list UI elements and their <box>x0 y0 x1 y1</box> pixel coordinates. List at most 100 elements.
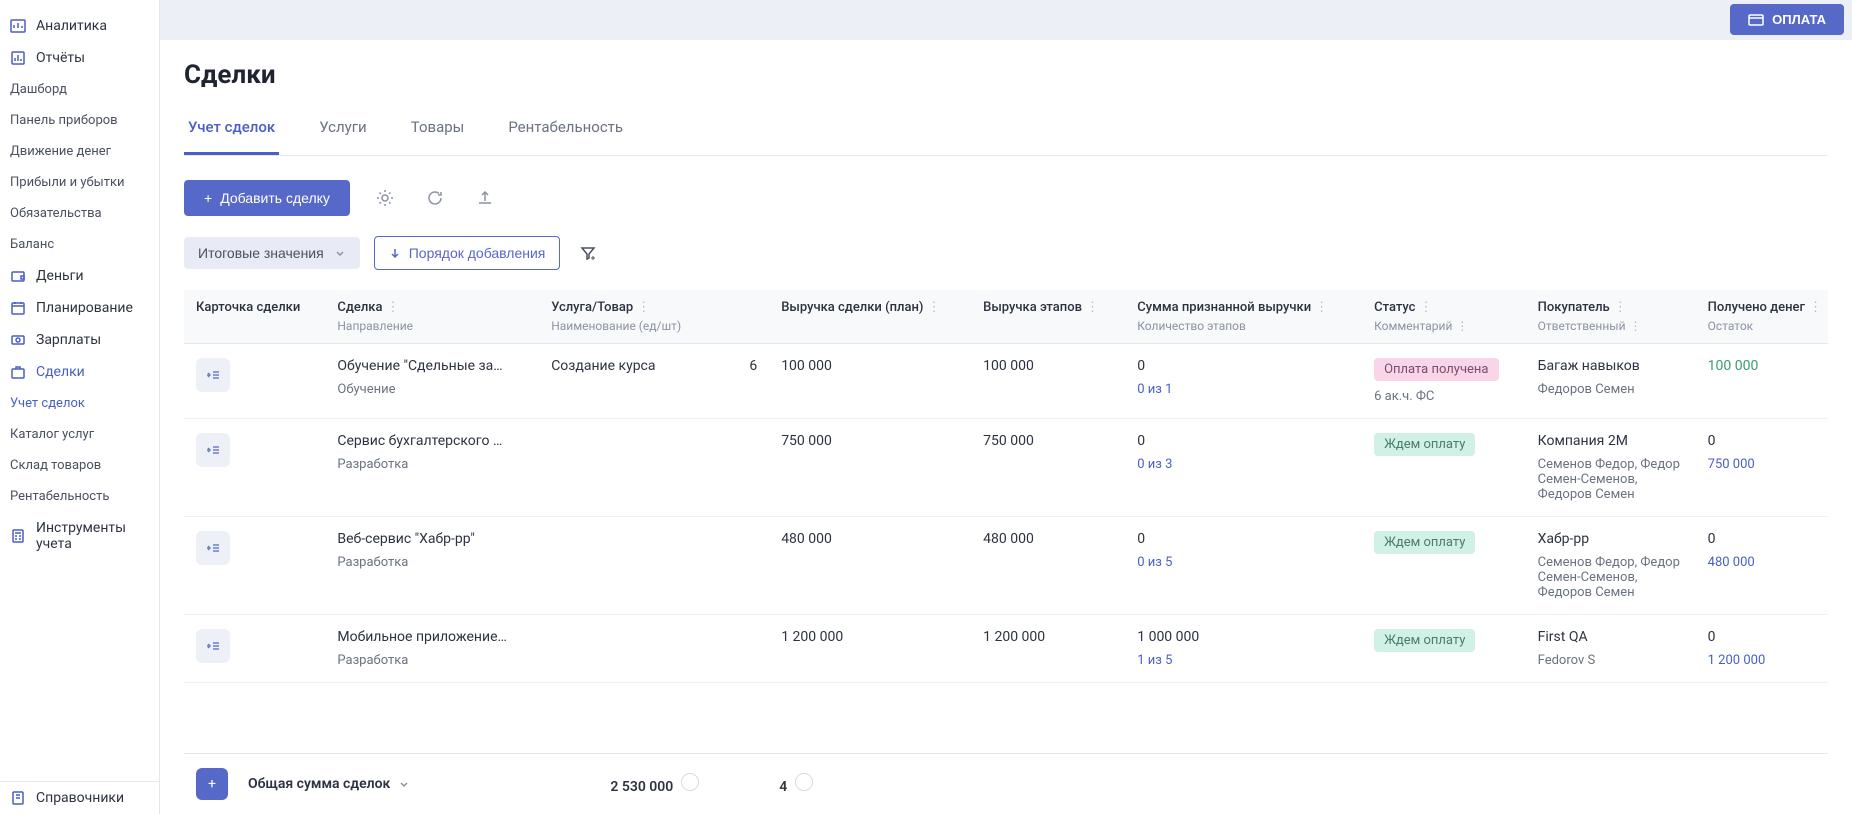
sidebar-label: Сделки <box>36 364 85 380</box>
revenue-plan: 100 000 <box>769 344 971 419</box>
deals-table: Карточка сделки Сделка⋮Направление Услуг… <box>184 290 1828 683</box>
responsible: Семенов Федор, Федор Семен-Семенов, Федо… <box>1538 457 1684 502</box>
filters-row: Итоговые значения Порядок добавления <box>184 236 1828 270</box>
info-circle-icon[interactable] <box>681 773 699 791</box>
column-menu-icon[interactable]: ⋮ <box>1086 300 1099 315</box>
sidebar-subitem[interactable]: Баланс <box>0 229 159 260</box>
stages-count: 0 из 5 <box>1137 555 1350 570</box>
add-deal-button[interactable]: + Добавить сделку <box>184 180 350 216</box>
sidebar-subitem[interactable]: Дашборд <box>0 74 159 105</box>
settings-button[interactable] <box>370 183 400 213</box>
responsible: Семенов Федор, Федор Семен-Семенов, Федо… <box>1538 555 1684 600</box>
sidebar-label: Аналитика <box>36 18 107 34</box>
sidebar-item-money[interactable]: Деньги <box>0 260 159 292</box>
export-button[interactable] <box>470 183 500 213</box>
th-status[interactable]: Статус⋮Комментарий⋮ <box>1362 290 1526 344</box>
deal-name: Веб-сервис "Хабр-рр" <box>337 531 507 547</box>
table-row[interactable]: Обучение "Сдельные зар...Обучение Создан… <box>184 344 1828 419</box>
deal-direction: Разработка <box>337 457 527 472</box>
column-menu-icon[interactable]: ⋮ <box>1456 319 1468 333</box>
buyer-name: First QA <box>1538 629 1588 645</box>
upload-icon <box>476 189 494 207</box>
table-row[interactable]: Мобильное приложение ...Разработка 1 200… <box>184 615 1828 683</box>
revenue-plan: 1 200 000 <box>769 615 971 683</box>
plus-icon: + <box>208 776 216 792</box>
deal-card-icon[interactable] <box>196 629 230 663</box>
column-menu-icon[interactable]: ⋮ <box>1630 319 1642 333</box>
chevron-down-icon[interactable] <box>398 778 410 790</box>
sidebar-item-planning[interactable]: Планирование <box>0 292 159 324</box>
received-amount: 0 <box>1708 531 1716 547</box>
totals-select[interactable]: Итоговые значения <box>184 237 360 269</box>
received-amount: 0 <box>1708 629 1716 645</box>
table-row[interactable]: Веб-сервис "Хабр-рр"Разработка 480 000 4… <box>184 517 1828 615</box>
filter-button[interactable] <box>574 239 602 267</box>
sidebar-subitem[interactable]: Учет сделок <box>0 388 159 419</box>
sidebar-item-analytics[interactable]: Аналитика <box>0 10 159 42</box>
status-badge: Ждем оплату <box>1374 531 1475 554</box>
buyer-name: Хабр-рр <box>1538 531 1589 547</box>
sidebar-item-reports[interactable]: Отчёты <box>0 42 159 74</box>
sidebar-label: Справочники <box>36 790 124 806</box>
tab[interactable]: Учет сделок <box>184 108 279 155</box>
footer-count: 4 <box>779 773 813 795</box>
th-deal[interactable]: Сделка⋮Направление <box>325 290 539 344</box>
briefcase-icon <box>10 364 26 380</box>
sidebar-subitem[interactable]: Склад товаров <box>0 450 159 481</box>
column-menu-icon[interactable]: ⋮ <box>387 300 400 315</box>
payment-button[interactable]: ОПЛАТА <box>1730 4 1844 35</box>
refresh-button[interactable] <box>420 183 450 213</box>
sidebar-item-deals[interactable]: Сделки <box>0 356 159 388</box>
sidebar-item-tools[interactable]: Инструменты учета <box>0 512 159 560</box>
th-revenue-stages[interactable]: Выручка этапов⋮ <box>971 290 1125 344</box>
responsible: Fedorov S <box>1538 653 1684 668</box>
tab[interactable]: Товары <box>407 108 469 155</box>
received-amount: 100 000 <box>1708 358 1759 374</box>
sidebar-item-directories[interactable]: Справочники <box>0 782 159 814</box>
sidebar-item-salaries[interactable]: Зарплаты <box>0 324 159 356</box>
th-service[interactable]: Услуга/Товар⋮Наименование (ед/шт) <box>539 290 769 344</box>
column-menu-icon[interactable]: ⋮ <box>1315 300 1328 315</box>
revenue-plan: 750 000 <box>769 419 971 517</box>
revenue-plan: 480 000 <box>769 517 971 615</box>
th-recognized[interactable]: Сумма признанной выручки⋮Количество этап… <box>1125 290 1362 344</box>
tab[interactable]: Услуги <box>315 108 371 155</box>
table-row[interactable]: Сервис бухгалтерского уч...Разработка 75… <box>184 419 1828 517</box>
status-badge: Ждем оплату <box>1374 629 1475 652</box>
sidebar-label: Деньги <box>36 268 84 284</box>
deal-card-icon[interactable] <box>196 358 230 392</box>
responsible: Федоров Семен <box>1538 382 1684 397</box>
deal-card-icon[interactable] <box>196 433 230 467</box>
info-circle-icon[interactable] <box>795 773 813 791</box>
report-icon <box>10 50 26 66</box>
buyer-name: Багаж навыков <box>1538 358 1640 374</box>
filter-icon <box>580 245 596 261</box>
table-footer: + Общая сумма сделок 2 530 000 4 <box>184 753 1828 814</box>
tabs: Учет сделок Услуги Товары Рентабельность <box>184 108 1828 156</box>
revenue-stages: 1 200 000 <box>971 615 1125 683</box>
sidebar-subitem[interactable]: Рентабельность <box>0 481 159 512</box>
column-menu-icon[interactable]: ⋮ <box>927 300 940 315</box>
column-menu-icon[interactable]: ⋮ <box>1419 300 1432 315</box>
sidebar-subitem[interactable]: Обязательства <box>0 198 159 229</box>
sidebar-subitem[interactable]: Панель приборов <box>0 105 159 136</box>
buyer-name: Компания 2М <box>1538 433 1628 449</box>
column-menu-icon[interactable]: ⋮ <box>1809 300 1822 315</box>
sort-button[interactable]: Порядок добавления <box>374 236 561 270</box>
book-icon <box>10 790 26 806</box>
tab[interactable]: Рентабельность <box>504 108 627 155</box>
add-row-button[interactable]: + <box>196 768 228 800</box>
th-buyer[interactable]: Покупатель⋮Ответственный⋮ <box>1526 290 1696 344</box>
sidebar-subitem[interactable]: Прибыли и убытки <box>0 167 159 198</box>
status-comment: 6 ак.ч. ФС <box>1374 389 1514 404</box>
sidebar-subitem[interactable]: Движение денег <box>0 136 159 167</box>
column-menu-icon[interactable]: ⋮ <box>1614 300 1627 315</box>
topbar: ОПЛАТА Осталось 14 дней <box>160 0 1852 40</box>
deal-card-icon[interactable] <box>196 531 230 565</box>
th-revenue-plan[interactable]: Выручка сделки (план)⋮ <box>769 290 971 344</box>
sidebar-subitem[interactable]: Каталог услуг <box>0 419 159 450</box>
received-amount: 0 <box>1708 433 1716 449</box>
th-received[interactable]: Получено денег⋮Остаток <box>1696 290 1828 344</box>
stages-count: 0 из 1 <box>1137 382 1350 397</box>
column-menu-icon[interactable]: ⋮ <box>637 300 650 315</box>
